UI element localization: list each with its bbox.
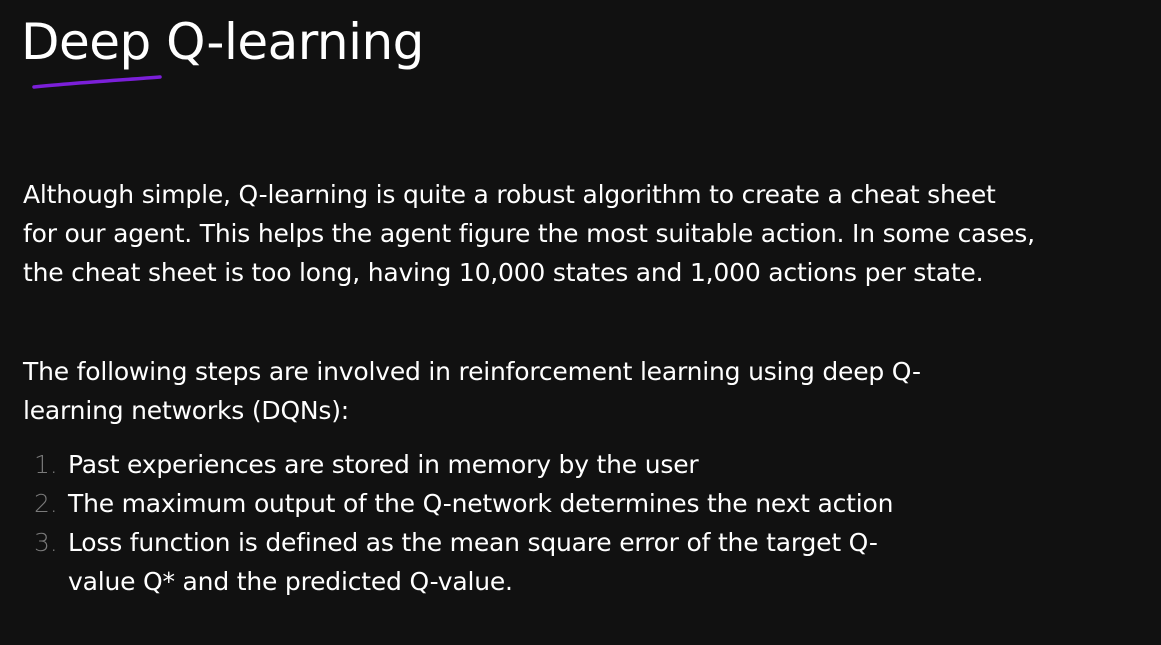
intro-paragraph-line-2: for our agent. This helps the agent figu… — [23, 219, 1035, 248]
list-item-continuation: value Q* and the predicted Q-value. — [34, 562, 893, 601]
step-text: value Q* and the predicted Q-value. — [68, 567, 513, 596]
step-number: 3. — [34, 528, 58, 557]
intro-paragraph-line-1: Although simple, Q-learning is quite a r… — [23, 180, 996, 209]
steps-intro-line-2: learning networks (DQNs): — [23, 396, 350, 425]
step-text: Past experiences are stored in memory by… — [68, 450, 699, 479]
step-number: 1. — [34, 450, 58, 479]
step-text: The maximum output of the Q-network dete… — [68, 489, 894, 518]
intro-paragraph: Although simple, Q-learning is quite a r… — [23, 175, 1035, 292]
intro-paragraph-line-3: the cheat sheet is too long, having 10,0… — [23, 258, 984, 287]
step-number — [34, 562, 68, 601]
steps-list: 1. Past experiences are stored in memory… — [34, 445, 893, 601]
step-text: Loss function is defined as the mean squ… — [68, 528, 878, 557]
steps-intro-paragraph: The following steps are involved in rein… — [23, 352, 921, 430]
steps-intro-line-1: The following steps are involved in rein… — [23, 357, 921, 386]
slide-title: Deep Q-learning — [21, 13, 424, 71]
list-item: 2. The maximum output of the Q-network d… — [34, 484, 893, 523]
step-number: 2. — [34, 489, 58, 518]
slide: Deep Q-learning Although simple, Q-learn… — [0, 0, 1161, 645]
list-item: 1. Past experiences are stored in memory… — [34, 445, 893, 484]
list-item: 3. Loss function is defined as the mean … — [34, 523, 893, 562]
title-underline-stroke — [32, 75, 162, 89]
